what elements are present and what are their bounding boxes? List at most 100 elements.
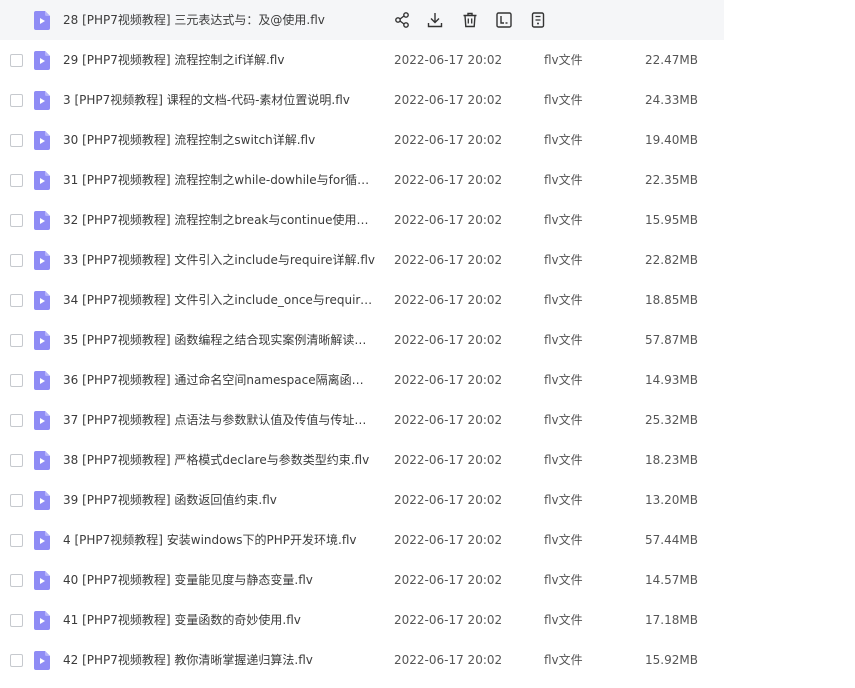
file-date: 2022-06-17 20:02 [394,533,503,547]
file-size: 18.23MB [645,453,698,467]
file-size: 57.44MB [645,533,698,547]
download-icon[interactable] [426,11,444,29]
row-checkbox[interactable] [10,574,23,587]
file-name[interactable]: 38 [PHP7视频教程] 严格模式declare与参数类型约束.flv [63,452,375,468]
row-checkbox[interactable] [10,414,23,427]
video-file-icon [34,91,50,110]
file-row[interactable]: 30 [PHP7视频教程] 流程控制之switch详解.flv 2022-06-… [0,120,724,160]
video-file-icon [34,51,50,70]
file-row[interactable]: 32 [PHP7视频教程] 流程控制之break与continue使用技... … [0,200,724,240]
file-size: 24.33MB [645,93,698,107]
file-name[interactable]: 39 [PHP7视频教程] 函数返回值约束.flv [63,492,375,508]
file-row[interactable]: 37 [PHP7视频教程] 点语法与参数默认值及传值与传址特... 2022-0… [0,400,724,440]
file-name[interactable]: 42 [PHP7视频教程] 教你清晰掌握递归算法.flv [63,652,375,668]
file-size: 22.82MB [645,253,698,267]
row-checkbox[interactable] [10,174,23,187]
file-type: flv文件 [544,533,583,547]
video-file-icon [34,371,50,390]
file-name[interactable]: 34 [PHP7视频教程] 文件引入之include_once与require_… [63,292,375,308]
file-row[interactable]: 41 [PHP7视频教程] 变量函数的奇妙使用.flv 2022-06-17 2… [0,600,724,640]
file-type: flv文件 [544,413,583,427]
file-type: flv文件 [544,573,583,587]
file-date: 2022-06-17 20:02 [394,373,503,387]
file-row[interactable]: 3 [PHP7视频教程] 课程的文档-代码-素材位置说明.flv 2022-06… [0,80,724,120]
file-type: flv文件 [544,373,583,387]
share-icon[interactable] [393,11,411,29]
video-file-icon [34,451,50,470]
file-date: 2022-06-17 20:02 [394,573,503,587]
file-row[interactable]: 40 [PHP7视频教程] 变量能见度与静态变量.flv 2022-06-17 … [0,560,724,600]
row-checkbox[interactable] [10,534,23,547]
file-date: 2022-06-17 20:02 [394,93,503,107]
video-file-icon [34,651,50,670]
more-icon[interactable] [529,11,547,29]
row-checkbox[interactable] [10,294,23,307]
file-size: 17.18MB [645,613,698,627]
file-name[interactable]: 36 [PHP7视频教程] 通过命名空间namespace隔离函数.flv [63,372,375,388]
file-name[interactable]: 30 [PHP7视频教程] 流程控制之switch详解.flv [63,132,375,148]
file-row[interactable]: 34 [PHP7视频教程] 文件引入之include_once与require_… [0,280,724,320]
file-size: 13.20MB [645,493,698,507]
file-type: flv文件 [544,133,583,147]
row-checkbox[interactable] [10,374,23,387]
file-size: 22.47MB [645,53,698,67]
file-size: 57.87MB [645,333,698,347]
file-type: flv文件 [544,333,583,347]
file-date: 2022-06-17 20:02 [394,133,503,147]
file-type: flv文件 [544,213,583,227]
file-date: 2022-06-17 20:02 [394,253,503,267]
file-name[interactable]: 33 [PHP7视频教程] 文件引入之include与require详解.flv [63,252,375,268]
file-row[interactable]: 4 [PHP7视频教程] 安装windows下的PHP开发环境.flv 2022… [0,520,724,560]
video-file-icon [34,171,50,190]
video-file-icon [34,411,50,430]
row-actions [0,11,724,31]
file-name[interactable]: 4 [PHP7视频教程] 安装windows下的PHP开发环境.flv [63,532,375,548]
file-row[interactable]: 38 [PHP7视频教程] 严格模式declare与参数类型约束.flv 202… [0,440,724,480]
file-name[interactable]: 41 [PHP7视频教程] 变量函数的奇妙使用.flv [63,612,375,628]
file-name[interactable]: 31 [PHP7视频教程] 流程控制之while-dowhile与for循环..… [63,172,375,188]
file-size: 19.40MB [645,133,698,147]
file-row[interactable]: 35 [PHP7视频教程] 函数编程之结合现实案例清晰解读函... 2022-0… [0,320,724,360]
file-size: 15.92MB [645,653,698,667]
file-type: flv文件 [544,93,583,107]
file-name[interactable]: 3 [PHP7视频教程] 课程的文档-代码-素材位置说明.flv [63,92,375,108]
video-file-icon [34,331,50,350]
file-name[interactable]: 32 [PHP7视频教程] 流程控制之break与continue使用技... [63,212,375,228]
video-file-icon [34,211,50,230]
file-row[interactable]: 39 [PHP7视频教程] 函数返回值约束.flv 2022-06-17 20:… [0,480,724,520]
delete-icon[interactable] [461,11,479,29]
row-checkbox[interactable] [10,654,23,667]
row-checkbox[interactable] [10,54,23,67]
row-checkbox[interactable] [10,254,23,267]
file-row[interactable]: 28 [PHP7视频教程] 三元表达式与：及@使用.flv [0,0,724,40]
video-file-icon [34,131,50,150]
video-file-icon [34,571,50,590]
rename-icon[interactable] [495,11,513,29]
row-checkbox[interactable] [10,214,23,227]
video-file-icon [34,531,50,550]
file-name[interactable]: 37 [PHP7视频教程] 点语法与参数默认值及传值与传址特... [63,412,375,428]
file-row[interactable]: 29 [PHP7视频教程] 流程控制之if详解.flv 2022-06-17 2… [0,40,724,80]
file-type: flv文件 [544,253,583,267]
row-checkbox[interactable] [10,94,23,107]
row-checkbox[interactable] [10,334,23,347]
row-checkbox[interactable] [10,134,23,147]
file-name[interactable]: 35 [PHP7视频教程] 函数编程之结合现实案例清晰解读函... [63,332,375,348]
row-checkbox[interactable] [10,614,23,627]
file-type: flv文件 [544,293,583,307]
file-name[interactable]: 40 [PHP7视频教程] 变量能见度与静态变量.flv [63,572,375,588]
file-name[interactable]: 29 [PHP7视频教程] 流程控制之if详解.flv [63,52,375,68]
file-row[interactable]: 36 [PHP7视频教程] 通过命名空间namespace隔离函数.flv 20… [0,360,724,400]
file-date: 2022-06-17 20:02 [394,333,503,347]
file-row[interactable]: 42 [PHP7视频教程] 教你清晰掌握递归算法.flv 2022-06-17 … [0,640,724,680]
video-file-icon [34,491,50,510]
row-checkbox[interactable] [10,494,23,507]
row-checkbox[interactable] [10,454,23,467]
file-size: 14.93MB [645,373,698,387]
file-type: flv文件 [544,53,583,67]
file-row[interactable]: 31 [PHP7视频教程] 流程控制之while-dowhile与for循环..… [0,160,724,200]
file-date: 2022-06-17 20:02 [394,453,503,467]
file-date: 2022-06-17 20:02 [394,493,503,507]
file-row[interactable]: 33 [PHP7视频教程] 文件引入之include与require详解.flv… [0,240,724,280]
video-file-icon [34,251,50,270]
